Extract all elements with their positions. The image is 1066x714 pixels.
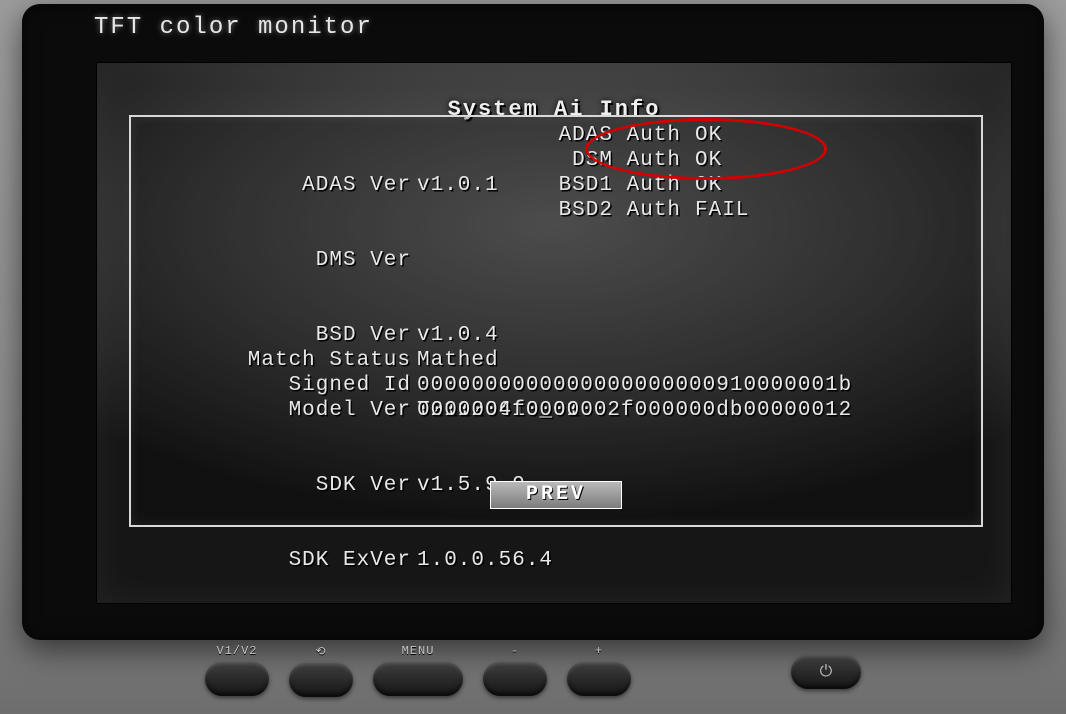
hw-btn-plus-wrap: +: [567, 644, 631, 696]
row-dms-ver: DMS Ver: [131, 248, 981, 273]
label: ADAS Ver: [131, 173, 417, 198]
monitor-bezel: TFT color monitor System Ai Info ADAS Ve…: [22, 4, 1044, 640]
row-sdk-exver: SDK ExVer 1.0.0.56.4: [131, 548, 981, 573]
row-bsd2-auth: BSD2 Auth FAIL: [551, 198, 815, 223]
label: SDK Ver: [131, 473, 417, 498]
row-dsm-auth: DSM Auth OK: [551, 148, 815, 173]
row-bsd1-auth: BSD1 Auth OK: [551, 173, 815, 198]
hw-label: MENU: [402, 644, 435, 658]
value: 0000000000000000000000910000001b: [417, 373, 981, 398]
hw-btn-v1v2[interactable]: [205, 662, 269, 696]
label: DMS Ver: [131, 248, 417, 273]
label: SDK ExVer: [131, 548, 417, 573]
hw-btn-power[interactable]: ⏻: [791, 655, 861, 689]
label: BSD2 Auth: [551, 198, 687, 223]
label: BSD1 Auth: [551, 173, 687, 198]
row-signed-id-1: Signed Id 000000000000000000000091000000…: [131, 373, 981, 398]
hw-btn-minus-wrap: -: [483, 644, 547, 696]
hw-btn-menu[interactable]: [373, 662, 463, 696]
label: ADAS Auth: [551, 123, 687, 148]
auth-list: ADAS Auth OK DSM Auth OK BSD1 Auth OK BS…: [551, 123, 815, 223]
hw-btn-menu-wrap: MENU: [373, 644, 463, 696]
hw-label: -: [511, 644, 519, 658]
value: FAIL: [687, 198, 815, 223]
photo-frame: TFT color monitor System Ai Info ADAS Ve…: [0, 0, 1066, 714]
hw-btn-plus[interactable]: [567, 662, 631, 696]
monitor-brand-label: TFT color monitor: [94, 14, 373, 41]
system-ai-info-panel: ADAS Ver v1.0.1 DMS Ver BSD Ver v1.0.4 M…: [129, 115, 983, 527]
label: Match Status: [131, 348, 417, 373]
power-icon: ⏻: [820, 663, 833, 681]
hw-btn-power-wrap: ⏻: [791, 651, 861, 689]
row-signed-id-2: 0000004f0000002f000000db00000012: [131, 398, 981, 423]
hw-label: +: [595, 644, 603, 658]
hw-btn-loop-wrap: ⟲: [289, 644, 353, 697]
hw-label: V1/V2: [216, 644, 257, 658]
hw-label: ⟲: [315, 644, 326, 659]
row-bsd-ver: BSD Ver v1.0.4: [131, 323, 981, 348]
monitor-screen: System Ai Info ADAS Ver v1.0.1 DMS Ver B…: [96, 62, 1012, 604]
hw-btn-loop[interactable]: [289, 663, 353, 697]
long-value-list: Match Status Mathed Signed Id 0000000000…: [131, 348, 981, 423]
row-adas-auth: ADAS Auth OK: [551, 123, 815, 148]
value: [417, 248, 981, 273]
label: [131, 398, 417, 423]
hardware-button-row: V1/V2 ⟲ MENU - + ⏻: [0, 642, 1066, 698]
hw-btn-minus[interactable]: [483, 662, 547, 696]
hw-btn-v1v2-wrap: V1/V2: [205, 644, 269, 696]
prev-button[interactable]: PREV: [490, 481, 622, 509]
value: Mathed: [417, 348, 981, 373]
value: OK: [687, 148, 815, 173]
label: BSD Ver: [131, 323, 417, 348]
row-match-status: Match Status Mathed: [131, 348, 981, 373]
label: Signed Id: [131, 373, 417, 398]
value: v1.0.4: [417, 323, 981, 348]
value: OK: [687, 173, 815, 198]
value: 1.0.0.56.4: [417, 548, 981, 573]
value: 0000004f0000002f000000db00000012: [417, 398, 981, 423]
value: OK: [687, 123, 815, 148]
label: DSM Auth: [551, 148, 687, 173]
